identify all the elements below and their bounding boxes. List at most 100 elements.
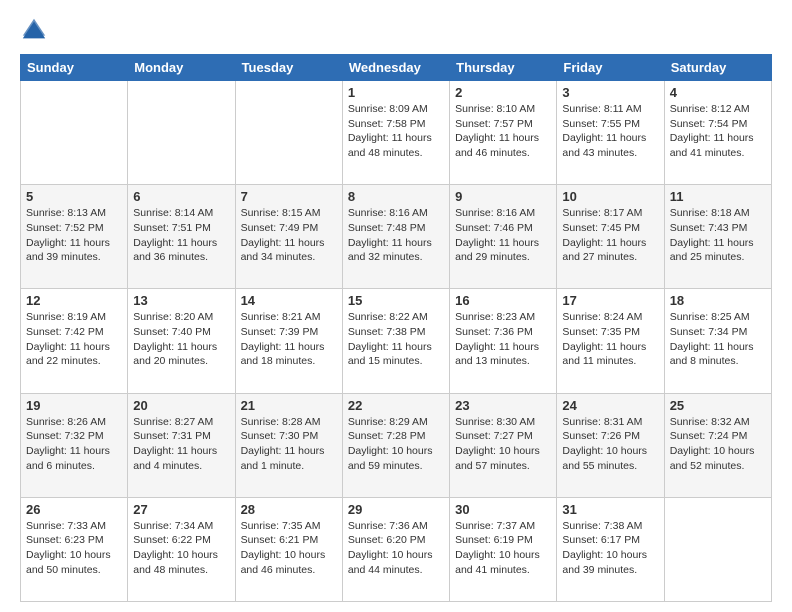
logo-icon (20, 16, 48, 44)
weekday-header: Sunday (21, 55, 128, 81)
day-info: Sunrise: 8:32 AM Sunset: 7:24 PM Dayligh… (670, 415, 766, 474)
day-info: Sunrise: 8:13 AM Sunset: 7:52 PM Dayligh… (26, 206, 122, 265)
day-number: 26 (26, 502, 122, 517)
day-number: 1 (348, 85, 444, 100)
calendar-cell (235, 81, 342, 185)
calendar-cell: 6 Sunrise: 8:14 AM Sunset: 7:51 PM Daylig… (128, 185, 235, 289)
day-number: 18 (670, 293, 766, 308)
day-info: Sunrise: 8:24 AM Sunset: 7:35 PM Dayligh… (562, 310, 658, 369)
day-info: Sunrise: 8:16 AM Sunset: 7:48 PM Dayligh… (348, 206, 444, 265)
day-info: Sunrise: 8:20 AM Sunset: 7:40 PM Dayligh… (133, 310, 229, 369)
day-info: Sunrise: 8:22 AM Sunset: 7:38 PM Dayligh… (348, 310, 444, 369)
weekday-header: Thursday (450, 55, 557, 81)
day-info: Sunrise: 8:10 AM Sunset: 7:57 PM Dayligh… (455, 102, 551, 161)
logo (20, 16, 52, 44)
day-info: Sunrise: 8:29 AM Sunset: 7:28 PM Dayligh… (348, 415, 444, 474)
day-info: Sunrise: 8:31 AM Sunset: 7:26 PM Dayligh… (562, 415, 658, 474)
header (20, 16, 772, 44)
week-row: 5 Sunrise: 8:13 AM Sunset: 7:52 PM Daylig… (21, 185, 772, 289)
page: SundayMondayTuesdayWednesdayThursdayFrid… (0, 0, 792, 612)
day-info: Sunrise: 7:34 AM Sunset: 6:22 PM Dayligh… (133, 519, 229, 578)
day-info: Sunrise: 7:38 AM Sunset: 6:17 PM Dayligh… (562, 519, 658, 578)
day-number: 11 (670, 189, 766, 204)
day-number: 4 (670, 85, 766, 100)
week-row: 1 Sunrise: 8:09 AM Sunset: 7:58 PM Daylig… (21, 81, 772, 185)
calendar-cell (128, 81, 235, 185)
calendar-cell: 19 Sunrise: 8:26 AM Sunset: 7:32 PM Dayli… (21, 393, 128, 497)
day-number: 9 (455, 189, 551, 204)
day-info: Sunrise: 7:35 AM Sunset: 6:21 PM Dayligh… (241, 519, 337, 578)
calendar-cell: 8 Sunrise: 8:16 AM Sunset: 7:48 PM Daylig… (342, 185, 449, 289)
calendar-cell: 14 Sunrise: 8:21 AM Sunset: 7:39 PM Dayli… (235, 289, 342, 393)
day-info: Sunrise: 8:27 AM Sunset: 7:31 PM Dayligh… (133, 415, 229, 474)
day-number: 21 (241, 398, 337, 413)
day-number: 8 (348, 189, 444, 204)
day-info: Sunrise: 8:28 AM Sunset: 7:30 PM Dayligh… (241, 415, 337, 474)
day-number: 31 (562, 502, 658, 517)
day-info: Sunrise: 8:17 AM Sunset: 7:45 PM Dayligh… (562, 206, 658, 265)
day-number: 20 (133, 398, 229, 413)
calendar-cell: 24 Sunrise: 8:31 AM Sunset: 7:26 PM Dayli… (557, 393, 664, 497)
day-info: Sunrise: 7:36 AM Sunset: 6:20 PM Dayligh… (348, 519, 444, 578)
calendar-cell: 7 Sunrise: 8:15 AM Sunset: 7:49 PM Daylig… (235, 185, 342, 289)
day-number: 12 (26, 293, 122, 308)
calendar-cell: 31 Sunrise: 7:38 AM Sunset: 6:17 PM Dayli… (557, 497, 664, 601)
day-number: 29 (348, 502, 444, 517)
weekday-header: Tuesday (235, 55, 342, 81)
calendar-cell: 21 Sunrise: 8:28 AM Sunset: 7:30 PM Dayli… (235, 393, 342, 497)
calendar-cell: 11 Sunrise: 8:18 AM Sunset: 7:43 PM Dayli… (664, 185, 771, 289)
day-number: 19 (26, 398, 122, 413)
day-number: 14 (241, 293, 337, 308)
calendar-cell: 25Sunrise: 8:32 AM Sunset: 7:24 PM Dayli… (664, 393, 771, 497)
day-info: Sunrise: 8:25 AM Sunset: 7:34 PM Dayligh… (670, 310, 766, 369)
day-number: 22 (348, 398, 444, 413)
calendar-cell: 27Sunrise: 7:34 AM Sunset: 6:22 PM Dayli… (128, 497, 235, 601)
calendar-cell: 13 Sunrise: 8:20 AM Sunset: 7:40 PM Dayli… (128, 289, 235, 393)
day-number: 17 (562, 293, 658, 308)
day-number: 28 (241, 502, 337, 517)
calendar-cell: 12Sunrise: 8:19 AM Sunset: 7:42 PM Dayli… (21, 289, 128, 393)
calendar-cell: 2 Sunrise: 8:10 AM Sunset: 7:57 PM Daylig… (450, 81, 557, 185)
day-number: 6 (133, 189, 229, 204)
day-info: Sunrise: 8:09 AM Sunset: 7:58 PM Dayligh… (348, 102, 444, 161)
day-info: Sunrise: 8:26 AM Sunset: 7:32 PM Dayligh… (26, 415, 122, 474)
calendar-cell (21, 81, 128, 185)
calendar-cell: 17 Sunrise: 8:24 AM Sunset: 7:35 PM Dayli… (557, 289, 664, 393)
day-info: Sunrise: 8:16 AM Sunset: 7:46 PM Dayligh… (455, 206, 551, 265)
weekday-header: Monday (128, 55, 235, 81)
day-number: 13 (133, 293, 229, 308)
day-number: 3 (562, 85, 658, 100)
weekday-header: Saturday (664, 55, 771, 81)
day-number: 15 (348, 293, 444, 308)
weekday-header: Friday (557, 55, 664, 81)
calendar-cell: 15 Sunrise: 8:22 AM Sunset: 7:38 PM Dayli… (342, 289, 449, 393)
day-number: 2 (455, 85, 551, 100)
day-info: Sunrise: 8:14 AM Sunset: 7:51 PM Dayligh… (133, 206, 229, 265)
day-number: 10 (562, 189, 658, 204)
calendar-cell: 22 Sunrise: 8:29 AM Sunset: 7:28 PM Dayli… (342, 393, 449, 497)
calendar-cell: 29 Sunrise: 7:36 AM Sunset: 6:20 PM Dayli… (342, 497, 449, 601)
week-row: 12Sunrise: 8:19 AM Sunset: 7:42 PM Dayli… (21, 289, 772, 393)
day-number: 5 (26, 189, 122, 204)
calendar-cell (664, 497, 771, 601)
calendar-cell: 26 Sunrise: 7:33 AM Sunset: 6:23 PM Dayli… (21, 497, 128, 601)
day-number: 23 (455, 398, 551, 413)
calendar-cell: 4 Sunrise: 8:12 AM Sunset: 7:54 PM Daylig… (664, 81, 771, 185)
calendar-cell: 1 Sunrise: 8:09 AM Sunset: 7:58 PM Daylig… (342, 81, 449, 185)
day-number: 7 (241, 189, 337, 204)
calendar-cell: 30 Sunrise: 7:37 AM Sunset: 6:19 PM Dayli… (450, 497, 557, 601)
day-info: Sunrise: 8:11 AM Sunset: 7:55 PM Dayligh… (562, 102, 658, 161)
calendar-cell: 10 Sunrise: 8:17 AM Sunset: 7:45 PM Dayli… (557, 185, 664, 289)
day-info: Sunrise: 8:15 AM Sunset: 7:49 PM Dayligh… (241, 206, 337, 265)
day-info: Sunrise: 7:37 AM Sunset: 6:19 PM Dayligh… (455, 519, 551, 578)
calendar-cell: 23Sunrise: 8:30 AM Sunset: 7:27 PM Dayli… (450, 393, 557, 497)
day-info: Sunrise: 8:21 AM Sunset: 7:39 PM Dayligh… (241, 310, 337, 369)
calendar-cell: 5 Sunrise: 8:13 AM Sunset: 7:52 PM Daylig… (21, 185, 128, 289)
weekday-header-row: SundayMondayTuesdayWednesdayThursdayFrid… (21, 55, 772, 81)
weekday-header: Wednesday (342, 55, 449, 81)
day-number: 30 (455, 502, 551, 517)
day-info: Sunrise: 8:12 AM Sunset: 7:54 PM Dayligh… (670, 102, 766, 161)
day-info: Sunrise: 8:18 AM Sunset: 7:43 PM Dayligh… (670, 206, 766, 265)
day-info: Sunrise: 7:33 AM Sunset: 6:23 PM Dayligh… (26, 519, 122, 578)
day-number: 24 (562, 398, 658, 413)
